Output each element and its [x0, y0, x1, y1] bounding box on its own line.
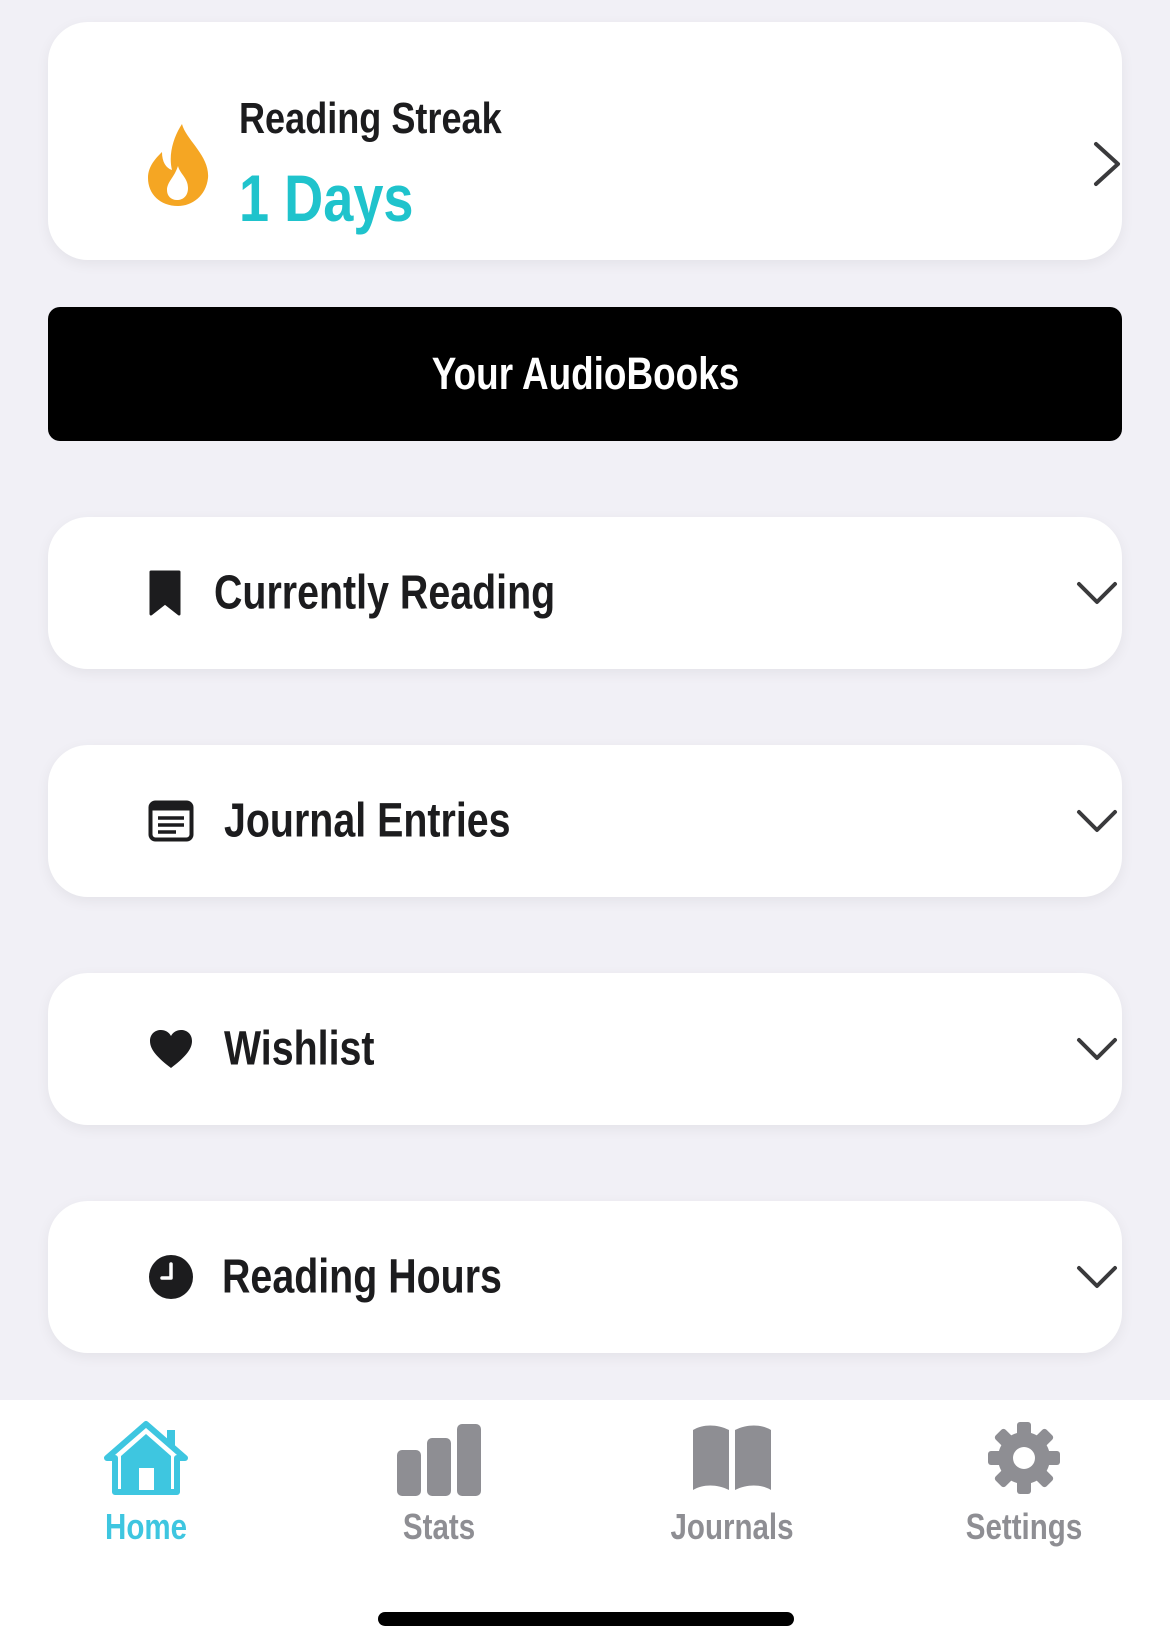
flame-icon	[148, 124, 209, 206]
chevron-down-icon	[1077, 1038, 1117, 1060]
your-audiobooks-button[interactable]: Your AudioBooks	[48, 307, 1122, 441]
home-icon	[104, 1421, 188, 1495]
section-currently-reading[interactable]: Currently Reading	[48, 517, 1122, 669]
chevron-right-icon	[1094, 142, 1120, 186]
tab-label: Settings	[965, 1506, 1083, 1547]
section-label: Reading Hours	[222, 1250, 502, 1304]
reading-streak-card[interactable]: Reading Streak 1 Days	[48, 22, 1122, 260]
chevron-down-icon	[1077, 1266, 1117, 1288]
streak-title: Reading Streak	[239, 94, 502, 143]
section-label: Currently Reading	[214, 566, 556, 620]
tab-journals[interactable]: Journals	[632, 1420, 832, 1548]
tab-home[interactable]: Home	[46, 1420, 246, 1548]
section-label: Journal Entries	[224, 794, 511, 848]
section-reading-hours[interactable]: Reading Hours	[48, 1201, 1122, 1353]
gear-icon	[988, 1422, 1060, 1494]
home-indicator	[378, 1612, 794, 1626]
tab-label: Home	[104, 1506, 188, 1547]
streak-value: 1 Days	[239, 161, 414, 235]
tab-label: Stats	[402, 1506, 476, 1547]
bookmark-icon	[149, 570, 181, 616]
stats-icon	[397, 1424, 481, 1496]
section-wishlist[interactable]: Wishlist	[48, 973, 1122, 1125]
tab-settings[interactable]: Settings	[924, 1420, 1124, 1548]
section-journal-entries[interactable]: Journal Entries	[48, 745, 1122, 897]
chevron-down-icon	[1077, 582, 1117, 604]
tab-label: Journals	[670, 1506, 794, 1547]
journal-icon	[148, 800, 194, 842]
heart-icon	[150, 1030, 192, 1068]
chevron-down-icon	[1077, 810, 1117, 832]
tab-stats[interactable]: Stats	[339, 1420, 539, 1548]
book-icon	[693, 1425, 771, 1490]
section-label: Wishlist	[224, 1022, 375, 1076]
clock-icon	[149, 1255, 193, 1299]
